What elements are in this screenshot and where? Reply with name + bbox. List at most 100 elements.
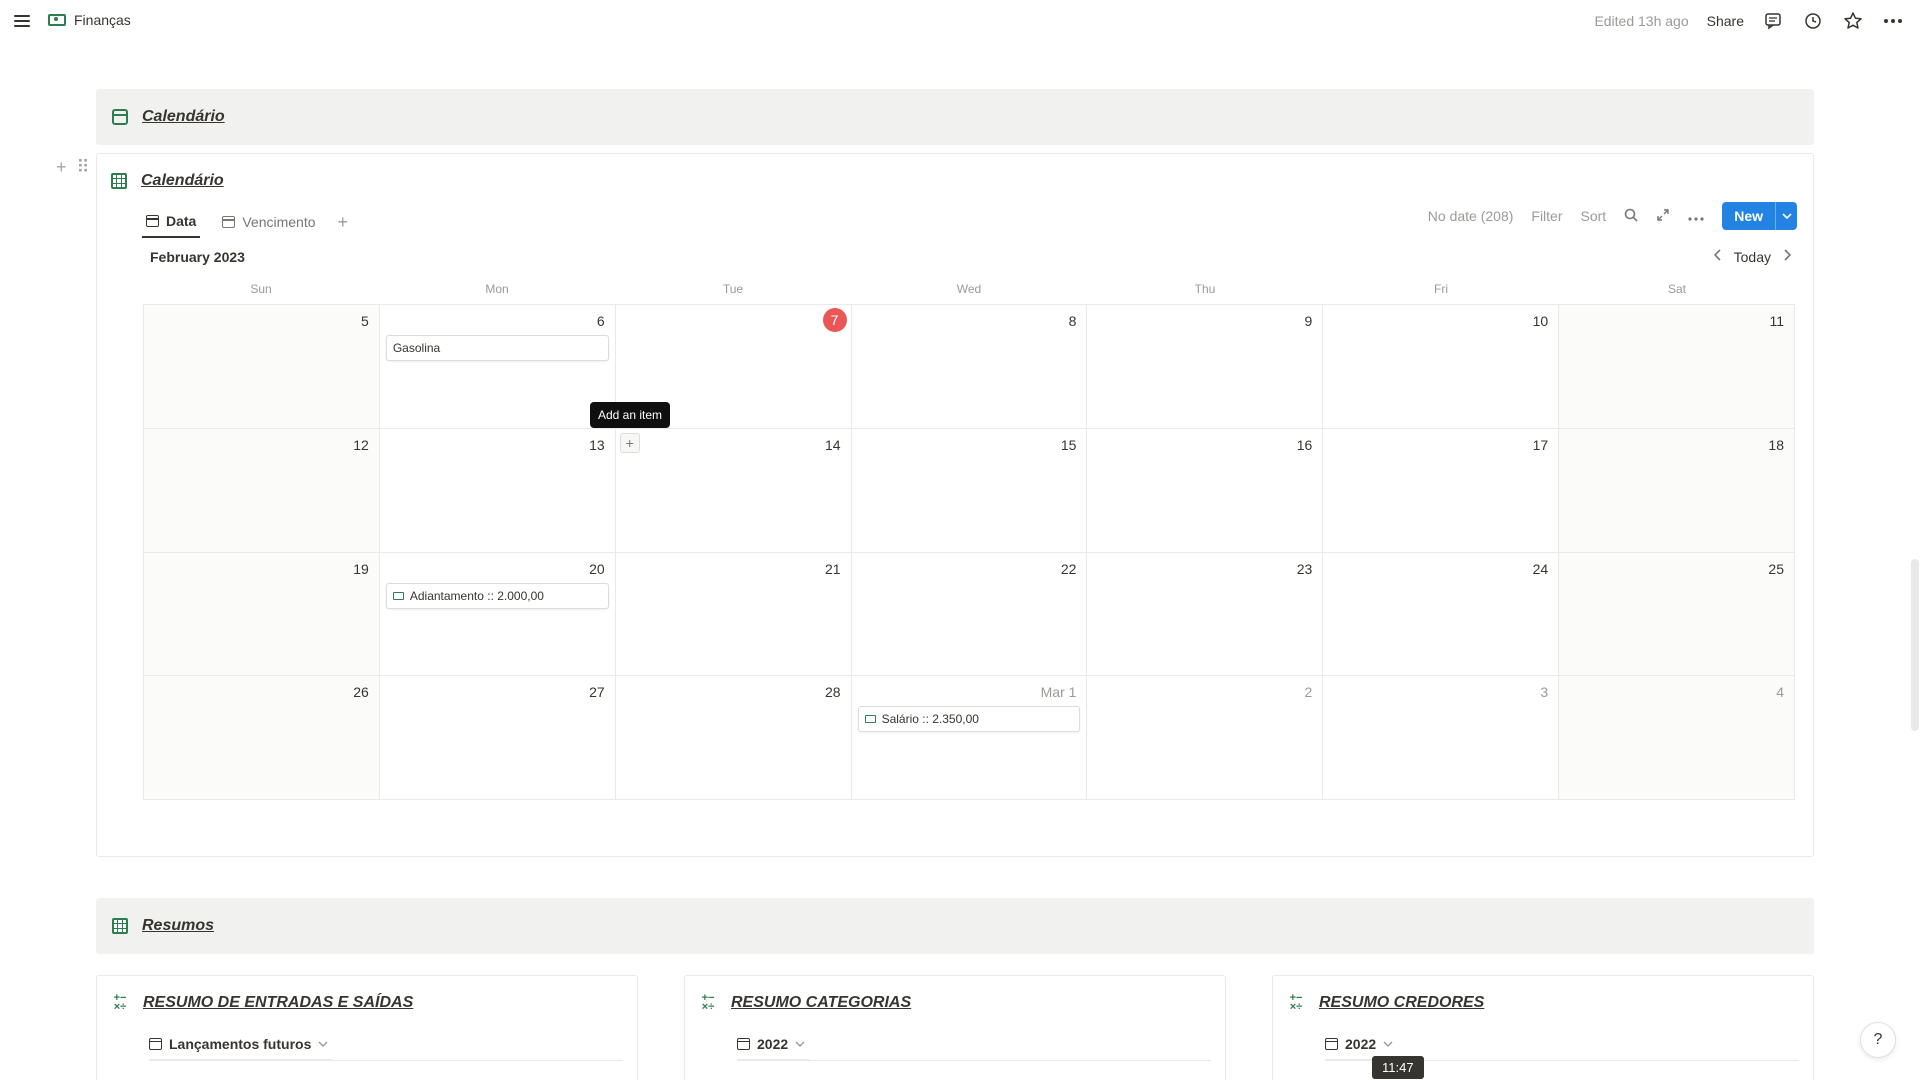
card-title[interactable]: RESUMO CATEGORIAS <box>731 994 911 1012</box>
calendar-day-cell[interactable]: 14 + <box>615 428 852 553</box>
add-block-icon[interactable]: + <box>56 157 67 178</box>
chevron-down-icon <box>318 1041 328 1047</box>
card-view-label: 2022 <box>757 1035 789 1052</box>
calendar-day-cell[interactable]: 2 <box>1087 676 1324 800</box>
breadcrumb[interactable]: Finanças <box>48 12 131 28</box>
calendar-day-cell[interactable]: 15 <box>851 428 1088 553</box>
table-view-icon <box>737 1037 750 1050</box>
calculator-icon: +− ×÷ <box>113 992 127 1013</box>
calendar-day-cell[interactable]: 20 Adiantamento :: 2.000,00 <box>379 552 616 677</box>
calendar-day-cell[interactable]: 23 <box>1087 552 1324 677</box>
date-number: 10 <box>1532 313 1549 329</box>
calendar-day-cell[interactable]: 24 <box>1323 552 1560 677</box>
next-month-chevron-right-icon[interactable] <box>1783 248 1792 266</box>
new-button-group: New <box>1722 202 1797 230</box>
date-number: 26 <box>353 684 369 701</box>
card-title[interactable]: RESUMO CREDORES <box>1319 994 1484 1012</box>
date-number: 16 <box>1296 436 1313 453</box>
calendar-day-cell[interactable]: 5 <box>144 305 380 429</box>
favorite-star-icon[interactable] <box>1842 10 1864 32</box>
scrollbar[interactable] <box>1910 44 1920 1080</box>
sort-button[interactable]: Sort <box>1581 208 1607 224</box>
calculator-icon: +− ×÷ <box>1289 992 1303 1013</box>
date-number: 27 <box>589 684 605 701</box>
section-title-calendario[interactable]: Calendário <box>142 108 225 126</box>
summary-card-categorias: +− ×÷ RESUMO CATEGORIAS 2022 <box>684 975 1226 1080</box>
card-view-selector[interactable]: Lançamentos futuros <box>149 1028 333 1060</box>
calendar-day-cell[interactable]: 25 <box>1559 552 1795 677</box>
new-button[interactable]: New <box>1722 202 1775 230</box>
search-icon[interactable] <box>1624 208 1638 225</box>
money-icon <box>48 14 66 26</box>
divider <box>737 1060 1211 1061</box>
comments-icon[interactable] <box>1762 10 1784 32</box>
card-title[interactable]: RESUMO DE ENTRADAS E SAÍDAS <box>143 994 413 1012</box>
date-number: 24 <box>1532 560 1549 577</box>
calendar-day-cell[interactable]: 11 <box>1559 305 1795 429</box>
calendar-event[interactable]: Gasolina <box>385 335 609 361</box>
edited-status: Edited 13h ago <box>1594 13 1689 29</box>
breadcrumb-label: Finanças <box>74 12 131 28</box>
date-number: 2 <box>1304 684 1313 701</box>
add-item-plus-icon[interactable]: + <box>619 432 640 453</box>
previous-month-chevron-left-icon[interactable] <box>1713 248 1722 266</box>
calendar-day-cell[interactable]: 4 <box>1559 676 1795 800</box>
calendar-day-cell[interactable]: 22 <box>851 552 1088 677</box>
calendar-day-cell[interactable]: 13 <box>379 428 616 553</box>
share-button[interactable]: Share <box>1707 13 1744 29</box>
top-bar: Finanças Edited 13h ago Share <box>0 0 1920 44</box>
section-header-resumos: Resumos <box>96 898 1814 954</box>
today-button[interactable]: Today <box>1734 249 1771 265</box>
weekday-label: Thu <box>1194 282 1216 296</box>
calendar-icon <box>112 109 128 125</box>
tab-vencimento[interactable]: Vencimento <box>218 206 319 238</box>
hamburger-menu-icon[interactable] <box>14 12 32 30</box>
tab-data[interactable]: Data <box>142 206 201 238</box>
drag-handle-icon[interactable]: ⠿ <box>77 157 90 178</box>
calendar-day-cell[interactable]: 27 <box>379 676 616 800</box>
table-view-icon <box>149 1037 162 1050</box>
help-button[interactable]: ? <box>1860 1022 1896 1058</box>
calendar-toolbar: No date (208) Filter Sort New <box>1428 202 1797 230</box>
date-number: 6 <box>596 313 605 329</box>
filter-button[interactable]: Filter <box>1531 208 1562 224</box>
summary-card-entradas-saidas: +− ×÷ RESUMO DE ENTRADAS E SAÍDAS Lançame… <box>96 975 638 1080</box>
scrollbar-thumb[interactable] <box>1911 559 1919 731</box>
calendar-day-cell[interactable]: 28 <box>615 676 852 800</box>
calendar-grid: 5 6 Gasolina 7 8 9 10 11 12 13 14 +15 16 17 18 19 20 Adia… <box>143 304 1795 800</box>
date-number: 21 <box>824 560 841 577</box>
calendar-day-cell[interactable]: 6 Gasolina <box>379 305 616 429</box>
calendar-day-cell[interactable]: 16 <box>1087 428 1324 553</box>
date-number: 22 <box>1060 560 1077 577</box>
calendar-day-cell[interactable]: Mar 1Salário :: 2.350,00 <box>851 676 1088 800</box>
calendar-day-cell[interactable]: 10 <box>1323 305 1560 429</box>
date-number: Mar 1 <box>1040 684 1077 701</box>
calendar-day-cell[interactable]: 18 <box>1559 428 1795 553</box>
section-title-resumos[interactable]: Resumos <box>142 917 214 935</box>
month-navigation: Today <box>1713 248 1792 266</box>
card-view-selector[interactable]: 2022 <box>737 1028 810 1060</box>
more-options-icon[interactable] <box>1882 10 1904 32</box>
new-dropdown-chevron-down-icon[interactable] <box>1775 202 1797 230</box>
calendar-day-cell[interactable]: 19 <box>144 552 380 677</box>
calendar-day-cell[interactable]: 17 <box>1323 428 1560 553</box>
weekday-label: Sun <box>250 282 272 296</box>
calendar-day-cell[interactable]: 26 <box>144 676 380 800</box>
history-clock-icon[interactable] <box>1802 10 1824 32</box>
expand-icon[interactable] <box>1656 208 1670 225</box>
calendar-day-cell[interactable]: 12 <box>144 428 380 553</box>
add-view-icon[interactable]: + <box>338 212 349 233</box>
divider <box>149 1060 623 1061</box>
calendar-block: Calendário Data Vencimento + No date (20… <box>96 153 1814 857</box>
view-options-icon[interactable] <box>1688 208 1704 224</box>
today-date-number: 7 <box>822 308 847 332</box>
calendar-event[interactable]: Salário :: 2.350,00 <box>857 706 1081 733</box>
calendar-event[interactable]: Adiantamento :: 2.000,00 <box>385 582 609 609</box>
calendar-day-cell[interactable]: 21 <box>615 552 852 677</box>
no-date-button[interactable]: No date (208) <box>1428 208 1514 224</box>
calendar-day-cell[interactable]: 8 <box>851 305 1088 429</box>
calendar-day-cell[interactable]: 3 <box>1323 676 1560 800</box>
calendar-day-cell[interactable]: 9 <box>1087 305 1324 429</box>
date-number: 5 <box>361 313 369 329</box>
calendar-title[interactable]: Calendário <box>141 172 224 190</box>
